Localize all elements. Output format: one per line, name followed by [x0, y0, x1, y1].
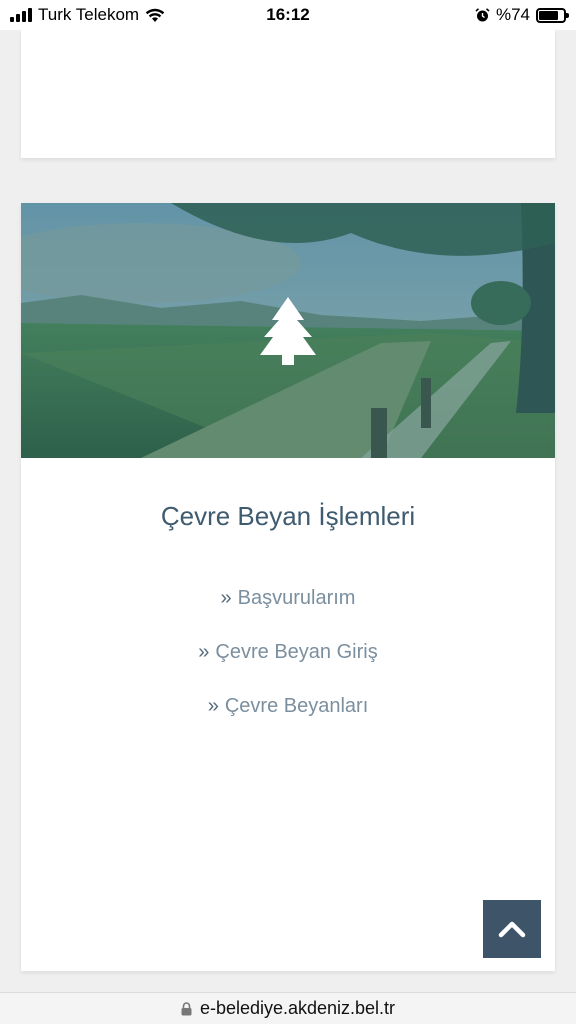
alarm-icon: [475, 7, 490, 21]
scroll-to-top-button[interactable]: [483, 900, 541, 958]
battery-icon: [536, 7, 569, 23]
link-cevre-beyanlari[interactable]: » Çevre Beyanları: [21, 679, 555, 733]
link-label: Çevre Beyanları: [224, 694, 369, 717]
link-label: Çevre Beyan Giriş: [215, 640, 378, 663]
lock-icon: [181, 1001, 192, 1015]
url-bar[interactable]: e-belediye.akdeniz.bel.tr: [0, 992, 576, 1024]
link-cevre-beyan-giris[interactable]: » Çevre Beyan Giriş: [21, 625, 555, 679]
url-text: e-belediye.akdeniz.bel.tr: [199, 998, 396, 1018]
double-chevron-right-icon: »: [207, 694, 219, 717]
link-basvurularim[interactable]: » Başvurularım: [21, 571, 555, 625]
banner-image: [21, 203, 555, 458]
battery-percent: %74: [495, 5, 530, 24]
link-list: » Başvurularım » Çevre Beyan Giriş » Çev…: [21, 571, 555, 733]
status-bar: Turk Telekom 16:12 %74: [0, 0, 576, 30]
page: Turk Telekom 16:12 %74 Çevre Beyan İşlem…: [0, 0, 576, 1024]
previous-card: [21, 30, 555, 158]
status-right: %74: [475, 5, 569, 25]
double-chevron-right-icon: »: [220, 586, 232, 609]
link-label: Başvurularım: [237, 586, 356, 609]
service-card: Çevre Beyan İşlemleri » Başvurularım » Ç…: [21, 203, 555, 971]
chevron-up-icon: [498, 921, 526, 938]
card-title: Çevre Beyan İşlemleri: [160, 501, 416, 531]
double-chevron-right-icon: »: [198, 640, 210, 663]
